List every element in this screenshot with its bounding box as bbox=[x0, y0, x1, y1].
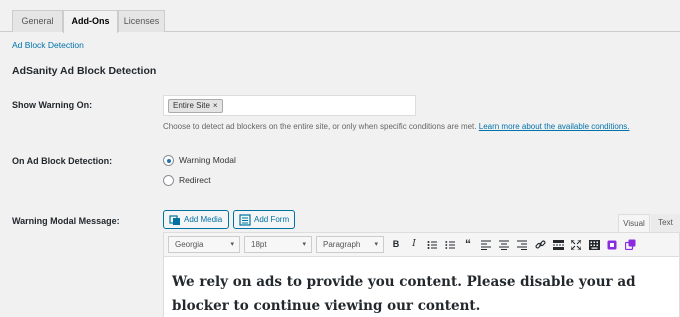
add-media-label: Add Media bbox=[184, 215, 223, 224]
warning-modal-radio[interactable] bbox=[163, 155, 174, 166]
editor-toolbar: Georgia ▾ 18pt ▾ Paragraph ▾ B I “ bbox=[163, 232, 680, 256]
font-size-value: 18pt bbox=[251, 240, 267, 249]
section-title: AdSanity Ad Block Detection bbox=[12, 65, 157, 77]
tab-add-ons-label: Add-Ons bbox=[71, 16, 110, 26]
fullscreen-icon[interactable] bbox=[570, 238, 582, 251]
learn-more-link[interactable]: Learn more about the available condition… bbox=[479, 122, 630, 131]
selected-token: Entire Site × bbox=[168, 99, 223, 113]
align-center-icon[interactable] bbox=[498, 238, 510, 251]
align-left-icon[interactable] bbox=[480, 238, 492, 251]
keyboard-icon[interactable] bbox=[588, 238, 600, 251]
format-select[interactable]: Paragraph ▾ bbox=[316, 236, 384, 253]
tab-text[interactable]: Text bbox=[651, 214, 680, 232]
warning-modal-label: Warning Modal bbox=[179, 155, 236, 165]
remove-token-icon[interactable]: × bbox=[213, 101, 218, 110]
redirect-label: Redirect bbox=[179, 175, 211, 185]
tab-licenses[interactable]: Licenses bbox=[118, 10, 165, 32]
show-warning-label: Show Warning On: bbox=[12, 100, 93, 110]
add-form-label: Add Form bbox=[254, 215, 290, 224]
add-form-button[interactable]: Add Form bbox=[233, 210, 295, 229]
chevron-down-icon: ▾ bbox=[374, 241, 378, 248]
format-value: Paragraph bbox=[323, 240, 361, 249]
show-warning-select[interactable]: Entire Site × bbox=[163, 95, 416, 116]
insert-more-icon[interactable] bbox=[552, 238, 564, 251]
warning-message-label: Warning Modal Message: bbox=[12, 216, 120, 226]
editor-content-area[interactable]: We rely on ads to provide you content. P… bbox=[163, 256, 680, 317]
add-form-icon bbox=[239, 214, 251, 226]
add-media-icon bbox=[169, 215, 180, 225]
link-icon[interactable] bbox=[534, 238, 546, 251]
numbered-list-icon[interactable] bbox=[444, 238, 456, 251]
description-text: Choose to detect ad blockers on the enti… bbox=[163, 122, 477, 131]
tab-visual[interactable]: Visual bbox=[618, 214, 650, 232]
bold-icon[interactable]: B bbox=[390, 238, 402, 251]
tab-licenses-label: Licenses bbox=[123, 16, 160, 26]
warning-message-text: We rely on ads to provide you content. P… bbox=[172, 274, 636, 314]
bullet-list-icon[interactable] bbox=[426, 238, 438, 251]
align-right-icon[interactable] bbox=[516, 238, 528, 251]
italic-icon[interactable]: I bbox=[408, 238, 420, 251]
redirect-radio[interactable] bbox=[163, 175, 174, 186]
settings-tabs: General Add-Ons Licenses bbox=[0, 0, 680, 33]
tab-general[interactable]: General bbox=[12, 10, 63, 32]
selected-token-label: Entire Site bbox=[173, 101, 210, 110]
font-family-value: Georgia bbox=[175, 240, 204, 249]
on-detection-label: On Ad Block Detection: bbox=[12, 156, 113, 166]
add-media-button[interactable]: Add Media bbox=[163, 210, 229, 229]
ad-block-detection-link[interactable]: Ad Block Detection bbox=[12, 40, 84, 50]
font-size-select[interactable]: 18pt ▾ bbox=[244, 236, 312, 253]
chevron-down-icon: ▾ bbox=[230, 241, 234, 248]
chevron-down-icon: ▾ bbox=[302, 241, 306, 248]
tab-general-label: General bbox=[21, 16, 54, 26]
plugin-block-icon[interactable] bbox=[606, 238, 618, 251]
show-warning-description: Choose to detect ad blockers on the enti… bbox=[163, 122, 630, 131]
plugin-duplicate-icon[interactable] bbox=[624, 238, 636, 251]
font-family-select[interactable]: Georgia ▾ bbox=[168, 236, 240, 253]
blockquote-icon[interactable]: “ bbox=[462, 238, 474, 251]
tab-add-ons[interactable]: Add-Ons bbox=[63, 10, 118, 33]
